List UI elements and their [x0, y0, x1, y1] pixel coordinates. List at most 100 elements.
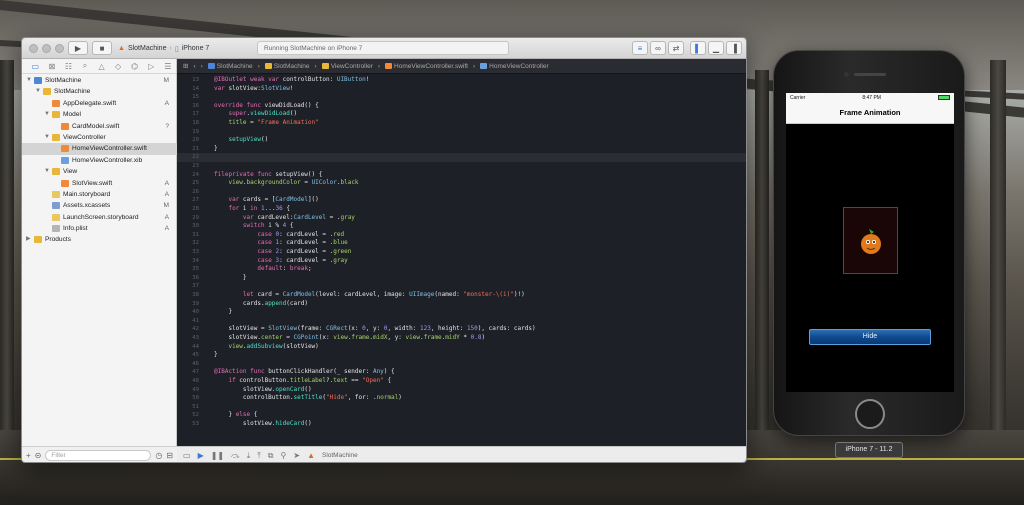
navigator-file[interactable]: Info.plist A [22, 223, 177, 234]
close-button[interactable] [29, 44, 38, 53]
station-column [755, 70, 769, 450]
chevron-right-icon: › [472, 62, 476, 70]
navigator-file[interactable]: HomeViewController.xib [22, 155, 177, 166]
navigator-tabs: ▭ ⊠ ☷ ⌕ △ ◇ ⌬ ▷ ☰ [22, 59, 176, 74]
scm-filter-icon[interactable]: ⊟ [166, 451, 173, 460]
related-items-icon[interactable]: ⊞ [183, 62, 188, 70]
standard-editor-button[interactable]: ≡ [632, 41, 648, 55]
navigator-group[interactable]: ▼ SlotMachine M [22, 75, 177, 86]
stop-button[interactable]: ■ [92, 41, 112, 55]
forward-icon[interactable]: › [201, 63, 203, 70]
disclosure-open-icon[interactable]: ▼ [44, 132, 50, 143]
breakpoints-icon[interactable]: ▶ [198, 451, 204, 460]
hide-debug-icon[interactable]: ▭ [183, 451, 191, 460]
source-control-icon[interactable]: ⊠ [44, 61, 61, 72]
navigator-group[interactable]: ▶ Products [22, 234, 177, 245]
code-line: for i in 1...36 { [228, 205, 290, 212]
folder-icon[interactable]: ▭ [27, 61, 44, 72]
line-number: 15 [192, 94, 199, 101]
symbol-icon[interactable]: ☷ [60, 61, 77, 72]
navigator-item-label: Model [63, 111, 81, 119]
view-hierarchy-icon[interactable]: ⧉ [268, 451, 274, 461]
disclosure-open-icon[interactable]: ▼ [26, 75, 32, 86]
navigator-file[interactable]: CardModel.swift? [22, 121, 177, 132]
jump-bar-label: SlotMachine [216, 62, 253, 70]
search-icon[interactable]: ⌕ [77, 61, 94, 72]
filter-input[interactable]: Filter [45, 450, 152, 461]
jump-bar-item[interactable]: ViewController [321, 62, 373, 70]
source-editor[interactable]: 13 @IBOutlet weak var controlButton: UIBu… [177, 74, 746, 446]
bottom-panel-icon: ▁ [712, 43, 720, 53]
line-number: 47 [192, 369, 199, 376]
navigator-group[interactable]: ▼ View [22, 166, 177, 177]
recent-files-icon[interactable]: ◷ [155, 451, 162, 460]
navigator-group[interactable]: ▼ SlotMachine [22, 86, 177, 97]
pause-icon[interactable]: ❚❚ [211, 451, 224, 460]
jump-bar-item[interactable]: HomeViewController.swift [385, 63, 468, 70]
utilities-toggle[interactable]: ▐ [726, 41, 742, 55]
code-line: fileprivate func setupView() { [214, 170, 323, 178]
report-icon[interactable]: ☰ [160, 61, 177, 72]
memory-graph-icon[interactable]: ⚲ [281, 451, 287, 460]
disclosure-open-icon[interactable]: ▼ [44, 166, 50, 177]
navigator-file[interactable]: AppDelegate.swift A [22, 98, 177, 109]
line-number: 45 [192, 352, 199, 359]
swift-icon [52, 99, 60, 107]
step-over-icon[interactable]: ⤼ [231, 451, 240, 461]
scm-status-badge: A [164, 225, 169, 233]
folder-icon [52, 133, 60, 141]
breakpoint-icon[interactable]: ▷ [143, 61, 160, 72]
debug-toggle[interactable]: ▁ [708, 41, 724, 55]
swift-icon [61, 179, 69, 187]
code-line: switch i % 4 { [242, 222, 294, 230]
navigator-file[interactable]: Main.storyboard A [22, 189, 177, 200]
warning-icon[interactable]: △ [93, 61, 110, 72]
slot-card [843, 207, 898, 274]
code-line: view.backgroundColor = UIColor.black [228, 179, 359, 187]
hide-button[interactable]: Hide [809, 329, 931, 345]
scheme-device: iPhone 7 [181, 45, 210, 52]
disclosure-closed-icon[interactable]: ▶ [26, 234, 31, 245]
code-line: slotView.openCard() [214, 385, 312, 393]
jump-bar-item[interactable]: SlotMachine [207, 62, 253, 70]
home-button[interactable] [855, 399, 885, 429]
station-column [0, 60, 14, 460]
add-icon[interactable]: + [26, 451, 31, 460]
line-number: 35 [192, 266, 199, 273]
navigator-group[interactable]: ▼ Model [22, 109, 177, 120]
navigator-file[interactable]: LaunchScreen.storyboard A [22, 212, 177, 223]
jump-bar: ⊞ ‹ › SlotMachine › SlotMachine › ViewContro… [177, 59, 746, 74]
run-button[interactable]: ▶ [68, 41, 88, 55]
jump-bar-item[interactable]: HomeViewController [480, 63, 549, 70]
folder-icon [34, 236, 42, 244]
version-editor-button[interactable]: ⇄ [668, 41, 684, 55]
debug-icon[interactable]: ⌬ [126, 61, 143, 72]
file-type-icon [480, 62, 488, 69]
code-line: } [214, 351, 218, 359]
zoom-button[interactable] [55, 44, 64, 53]
navigator-group[interactable]: ▼ ViewController [22, 132, 177, 143]
back-icon[interactable]: ‹ [193, 63, 195, 70]
navigator-file[interactable]: HomeViewController.swift [22, 143, 177, 155]
step-in-icon[interactable]: ⤓ [247, 451, 251, 461]
line-number: 22 [192, 154, 199, 161]
minimize-button[interactable] [42, 44, 51, 53]
assistant-editor-button[interactable]: ∞ [650, 41, 666, 55]
disclosure-open-icon[interactable]: ▼ [35, 86, 41, 97]
line-number: 28 [192, 206, 199, 212]
code-line: slotView.center = CGPoint(x: view.frame.… [214, 334, 486, 341]
file-type-icon [321, 62, 329, 69]
navigator-file[interactable]: SlotView.swift A [22, 178, 177, 189]
scheme-selector[interactable]: ▲ SlotMachine › ▯ iPhone 7 [118, 42, 209, 55]
line-number: 21 [192, 145, 199, 152]
clock: 8:47 PM [862, 94, 881, 101]
location-icon[interactable]: ➤ [293, 451, 300, 460]
disclosure-open-icon[interactable]: ▼ [44, 109, 50, 120]
step-out-icon[interactable]: ⤒ [257, 451, 261, 461]
navigator-toggle[interactable]: ▌ [690, 41, 706, 55]
folder-icon [52, 168, 60, 176]
navigator-file[interactable]: Assets.xcassets M [22, 200, 177, 211]
file-tree: ▼ SlotMachine M ▼ SlotMachine AppDelegate.swi… [22, 75, 177, 246]
test-icon[interactable]: ◇ [110, 61, 127, 72]
jump-bar-item[interactable]: SlotMachine [264, 63, 310, 70]
